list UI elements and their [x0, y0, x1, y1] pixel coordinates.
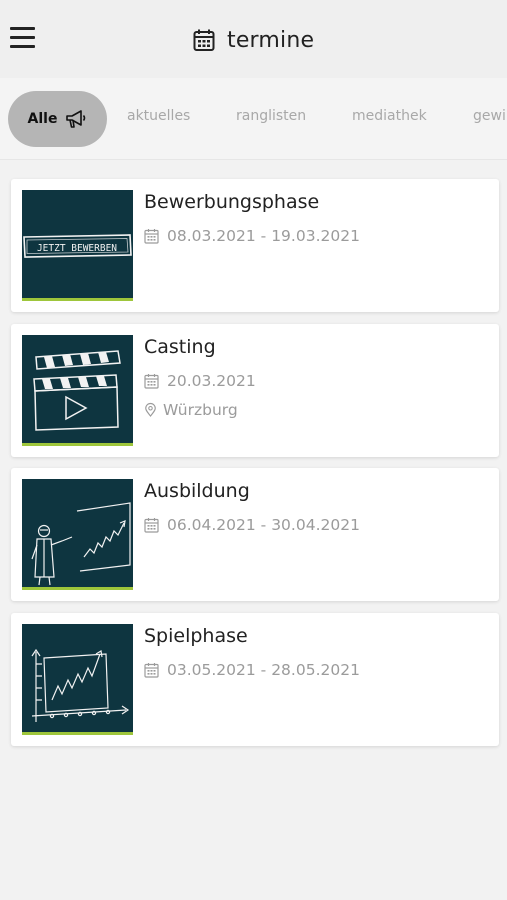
tab-aktuelles[interactable]: aktuelles: [127, 108, 190, 124]
calendar-icon: [144, 663, 159, 678]
location-pin-icon: [145, 403, 156, 417]
page-title-text: termine: [227, 27, 315, 53]
event-date-text: 08.03.2021 - 19.03.2021: [167, 227, 360, 245]
event-title: Ausbildung: [144, 480, 250, 502]
event-date: 08.03.2021 - 19.03.2021: [144, 226, 360, 246]
tab-ranglisten[interactable]: ranglisten: [236, 108, 306, 124]
megaphone-icon: [66, 110, 86, 128]
event-thumbnail: [22, 624, 133, 735]
thumb-sign-text: JETZT BEWERBEN: [37, 243, 117, 254]
calendar-icon: [144, 229, 159, 244]
event-title: Spielphase: [144, 625, 248, 647]
event-title: Bewerbungsphase: [144, 191, 320, 213]
event-date: 06.04.2021 - 30.04.2021: [144, 515, 360, 535]
clapperboard-illustration: [33, 350, 121, 431]
category-tabbar: Alle aktuelles ranglisten mediathek gewi: [0, 78, 507, 160]
event-card[interactable]: JETZT BEWERBEN Bewerbungsphase 08.03.202…: [11, 179, 499, 312]
event-date-text: 20.03.2021: [167, 372, 256, 390]
event-date: 03.05.2021 - 28.05.2021: [144, 660, 360, 680]
event-date: 20.03.2021: [144, 371, 256, 391]
event-location-text: Würzburg: [163, 401, 238, 419]
tab-mediathek[interactable]: mediathek: [352, 108, 427, 124]
presenter-chart-illustration: [31, 502, 131, 586]
event-card[interactable]: Casting 20.03.2021 Würzburg: [11, 324, 499, 457]
event-thumbnail: [22, 335, 133, 446]
event-date-text: 03.05.2021 - 28.05.2021: [167, 661, 360, 679]
calendar-icon: [144, 374, 159, 389]
app-header: termine: [0, 0, 507, 78]
calendar-icon: [193, 29, 215, 51]
page-title: termine: [192, 24, 314, 56]
tab-alle-label: Alle: [27, 111, 58, 127]
apply-sign-illustration: JETZT BEWERBEN: [23, 234, 132, 258]
rising-chart-illustration: [31, 648, 130, 722]
event-date-text: 06.04.2021 - 30.04.2021: [167, 516, 360, 534]
hamburger-menu-icon[interactable]: [10, 27, 35, 49]
event-thumbnail: [22, 479, 133, 590]
tab-gewinne[interactable]: gewi: [473, 108, 506, 124]
event-card[interactable]: Ausbildung 06.04.2021 - 30.04.2021: [11, 468, 499, 601]
event-location: Würzburg: [144, 400, 238, 420]
event-thumbnail: JETZT BEWERBEN: [22, 190, 133, 301]
event-title: Casting: [144, 336, 216, 358]
tab-alle[interactable]: Alle: [8, 91, 107, 147]
event-card[interactable]: Spielphase 03.05.2021 - 28.05.2021: [11, 613, 499, 746]
calendar-icon: [144, 518, 159, 533]
